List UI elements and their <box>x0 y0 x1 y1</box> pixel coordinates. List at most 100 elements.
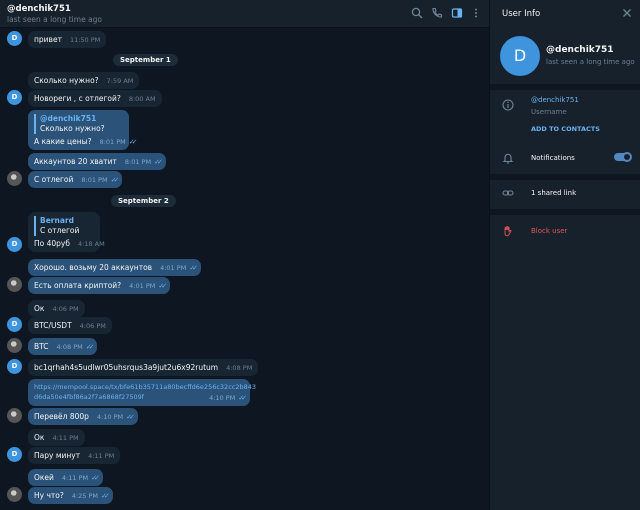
message-bubble[interactable]: Окей 4:11 PM ✓✓ <box>28 469 103 486</box>
message-link[interactable]: https://mempool.space/tx/bfe61b35711a80b… <box>34 382 256 392</box>
message-time: 8:01 PM <box>124 158 152 166</box>
shared-links-item[interactable]: 1 shared link <box>531 189 576 197</box>
message-time: 4:06 PM <box>79 322 106 330</box>
section-divider <box>490 209 640 215</box>
message-time: 8:00 AM <box>128 95 156 103</box>
link-icon <box>502 187 514 199</box>
message-bubble[interactable]: Ок 4:06 PM <box>28 300 85 317</box>
chat-title[interactable]: @denchik751 <box>7 4 71 14</box>
message-text: BTC/USDT <box>34 321 72 330</box>
add-to-contacts-button[interactable]: ADD TO CONTACTS <box>531 125 600 133</box>
avatar[interactable]: D <box>7 317 22 332</box>
read-checkmarks-icon: ✓✓ <box>128 138 138 146</box>
block-user-button[interactable]: Block user <box>531 227 567 235</box>
message-text: Окей <box>34 473 54 482</box>
quote-author: @denchik751 <box>40 114 97 123</box>
read-checkmarks-icon: ✓✓ <box>158 282 167 290</box>
reply-quote[interactable]: Bernard С отлегой <box>34 216 94 236</box>
message-bubble[interactable]: BTC/USDT 4:06 PM <box>28 317 112 334</box>
read-checkmarks-icon: ✓✓ <box>126 413 135 421</box>
message-text: Есть оплата криптой? <box>34 281 122 290</box>
username-label: Username <box>531 108 567 116</box>
profile-avatar[interactable]: D <box>500 36 540 76</box>
panel-title: User Info <box>502 9 541 19</box>
username-value[interactable]: @denchik751 <box>531 96 579 104</box>
message-text: Ну что? <box>34 491 64 500</box>
message-bubble[interactable]: Аккаунтов 20 хватит 8:01 PM ✓✓ <box>28 153 166 170</box>
message-bubble[interactable]: Перевёл 800р 4:10 PM ✓✓ <box>28 408 138 425</box>
close-icon[interactable] <box>622 8 632 18</box>
message-time: 4:10 PM <box>96 413 124 421</box>
avatar[interactable] <box>7 277 22 292</box>
bell-icon <box>502 152 514 164</box>
user-info-panel: User Info D @denchik751 last seen a long… <box>489 0 640 510</box>
phone-icon[interactable] <box>431 7 443 19</box>
message-bubble[interactable]: Сколько нужно? 7:59 AM <box>28 72 140 89</box>
chat-header[interactable]: @denchik751 last seen a long time ago <box>0 0 489 28</box>
message-text: привет <box>34 35 62 44</box>
avatar[interactable] <box>7 171 22 186</box>
message-bubble[interactable]: Хорошо. возьму 20 аккаунтов 4:01 PM ✓✓ <box>28 259 202 276</box>
chat-status: last seen a long time ago <box>7 15 103 24</box>
message-text: BTC <box>34 342 49 351</box>
read-checkmarks-icon: ✓✓ <box>110 176 120 184</box>
notifications-toggle[interactable] <box>614 152 632 162</box>
message-time: 8:01 PM <box>99 138 126 146</box>
read-checkmarks-icon: ✓✓ <box>154 158 163 166</box>
message-text: bc1qrhah4s5udlwr05uhsrqus3a9jut2u6x92rut… <box>34 363 219 372</box>
reply-quote[interactable]: @denchik751 Сколько нужно? <box>34 114 123 134</box>
message-text: А какие цены? <box>34 137 92 146</box>
avatar[interactable]: D <box>7 31 22 46</box>
message-bubble[interactable]: привет 11:50 PM <box>28 31 107 48</box>
message-time: 11:50 PM <box>69 36 101 44</box>
section-divider <box>490 174 640 180</box>
avatar[interactable]: D <box>7 447 22 462</box>
message-time: 4:11 PM <box>61 474 89 482</box>
date-separator: September 1 <box>113 54 178 66</box>
message-text: По 40руб <box>34 239 70 248</box>
message-text: Новореги , с отлегой? <box>34 94 121 103</box>
avatar[interactable] <box>7 487 22 502</box>
quote-text: Сколько нужно? <box>40 124 105 133</box>
notifications-label: Notifications <box>531 154 575 162</box>
message-text: Аккаунтов 20 хватит <box>34 157 117 166</box>
message-bubble[interactable]: С отлегой 8:01 PM ✓✓ <box>28 171 123 188</box>
message-time: 4:25 PM <box>71 492 99 500</box>
reply-message-bubble[interactable]: Bernard С отлегой По 40руб 4:18 AM <box>28 212 105 252</box>
read-checkmarks-icon: ✓✓ <box>91 474 100 482</box>
link-message-bubble[interactable]: https://mempool.space/tx/bfe61b35711a80b… <box>28 379 256 406</box>
message-link-continued[interactable]: d6da50e4fbf86a2f7a6868f27509f <box>34 393 144 401</box>
message-time: 7:59 AM <box>106 77 134 85</box>
message-text: Ок <box>34 433 45 442</box>
avatar[interactable] <box>7 408 22 423</box>
message-list[interactable]: D привет 11:50 PM September 1 Сколько нуж… <box>0 28 489 510</box>
read-checkmarks-icon: ✓✓ <box>85 343 95 351</box>
message-bubble[interactable]: Есть оплата криптой? 4:01 PM ✓✓ <box>28 277 171 294</box>
date-separator: September 2 <box>111 195 176 207</box>
message-time: 8:01 PM <box>81 176 108 184</box>
avatar[interactable]: D <box>7 90 22 105</box>
sidebar-icon[interactable] <box>451 7 463 19</box>
more-icon[interactable] <box>470 7 482 19</box>
message-bubble[interactable]: Ну что? 4:25 PM ✓✓ <box>28 487 113 504</box>
profile-name: @denchik751 <box>546 45 614 55</box>
message-bubble[interactable]: bc1qrhah4s5udlwr05uhsrqus3a9jut2u6x92rut… <box>28 359 259 376</box>
profile-last-seen: last seen a long time ago <box>546 58 635 66</box>
message-bubble[interactable]: Пару минут 4:11 PM <box>28 447 121 464</box>
message-time: 4:18 AM <box>77 240 105 248</box>
message-bubble[interactable]: Ок 4:11 PM <box>28 429 85 446</box>
avatar[interactable] <box>7 338 22 353</box>
message-time: 4:11 PM <box>52 434 79 442</box>
avatar[interactable]: D <box>7 359 22 374</box>
message-time: 4:11 PM <box>88 452 115 460</box>
reply-message-bubble[interactable]: @denchik751 Сколько нужно? А какие цены?… <box>28 110 137 150</box>
message-bubble[interactable]: BTC 4:08 PM ✓✓ <box>28 338 98 355</box>
read-checkmarks-icon: ✓✓ <box>101 492 110 500</box>
quote-author: Bernard <box>40 216 74 225</box>
search-icon[interactable] <box>411 7 423 19</box>
quote-text: С отлегой <box>40 226 80 235</box>
avatar[interactable]: D <box>7 237 22 252</box>
message-bubble[interactable]: Новореги , с отлегой? 8:00 AM <box>28 90 162 107</box>
message-text: Хорошо. возьму 20 аккаунтов <box>34 263 153 272</box>
message-time: 4:06 PM <box>52 305 79 313</box>
